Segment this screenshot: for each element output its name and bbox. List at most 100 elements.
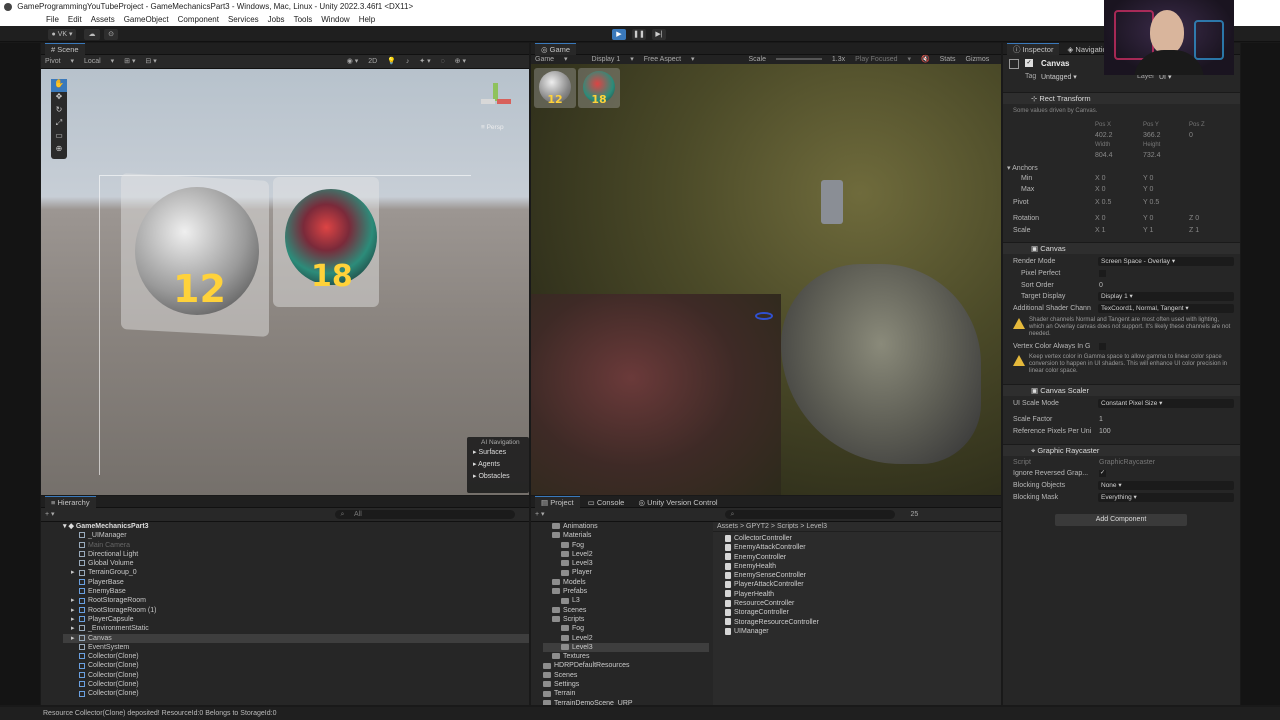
gizmos-button[interactable]: Gizmos xyxy=(966,56,990,63)
script-file[interactable]: UIManager xyxy=(725,627,1001,636)
blocking-mask-dropdown[interactable]: Everything ▾ xyxy=(1098,493,1234,502)
shading-mode-icon[interactable]: ◉ ▾ xyxy=(347,58,359,65)
folder-item[interactable]: Settings xyxy=(543,680,709,689)
folder-item[interactable]: Fog xyxy=(543,541,709,550)
scale-z[interactable]: Z 1 xyxy=(1189,227,1199,234)
breadcrumb-level3[interactable]: Level3 xyxy=(806,523,827,530)
script-file[interactable]: PlayerHealth xyxy=(725,590,1001,599)
tab-game[interactable]: ◎ Game xyxy=(535,43,577,55)
pos-y-field[interactable]: 366.2 xyxy=(1143,132,1161,139)
graphic-raycaster-header[interactable]: ⌖ Graphic Raycaster xyxy=(1003,444,1240,456)
script-file[interactable]: StorageResourceController xyxy=(725,618,1001,627)
ai-nav-agents[interactable]: ▸ Agents xyxy=(467,456,529,468)
hierarchy-search-input[interactable]: ⌕ All xyxy=(334,509,515,519)
account-button[interactable]: ● VK ▾ xyxy=(48,29,76,40)
active-checkbox[interactable]: ✓ xyxy=(1025,59,1033,67)
ui-scale-mode-dropdown[interactable]: Constant Pixel Size ▾ xyxy=(1098,399,1234,408)
folder-item[interactable]: Prefabs xyxy=(543,587,709,596)
menu-component[interactable]: Component xyxy=(178,15,219,24)
ai-nav-surfaces[interactable]: ▸ Surfaces xyxy=(467,446,529,456)
audio-icon[interactable]: ♪ xyxy=(406,58,410,65)
pivot-y[interactable]: Y 0.5 xyxy=(1143,199,1159,206)
folder-item[interactable]: Player xyxy=(543,568,709,577)
menu-assets[interactable]: Assets xyxy=(91,15,115,24)
ignore-reversed-checkbox[interactable]: ✓ xyxy=(1099,470,1106,477)
folder-item[interactable]: Animations xyxy=(543,522,709,531)
tab-scene[interactable]: # Scene xyxy=(45,43,85,55)
menu-help[interactable]: Help xyxy=(359,15,375,24)
mode-2d-button[interactable]: 2D xyxy=(368,58,377,65)
play-focused-dropdown[interactable]: Play Focused ▾ xyxy=(855,56,911,63)
rotate-tool-icon[interactable]: ↻ xyxy=(51,105,67,118)
tab-inspector[interactable]: ⓘ Inspector xyxy=(1007,43,1060,55)
menu-edit[interactable]: Edit xyxy=(68,15,82,24)
pivot-x[interactable]: X 0.5 xyxy=(1095,199,1111,206)
sort-order-field[interactable]: 0 xyxy=(1099,282,1103,289)
scale-factor-field[interactable]: 1 xyxy=(1099,416,1103,423)
hierarchy-item[interactable]: Directional Light xyxy=(63,550,529,559)
script-file[interactable]: EnemyAttackController xyxy=(725,543,1001,552)
width-field[interactable]: 804.4 xyxy=(1095,152,1113,159)
hidden-objects-icon[interactable]: ◌ xyxy=(441,58,445,65)
breadcrumb-assets[interactable]: Assets xyxy=(717,523,738,530)
height-field[interactable]: 732.4 xyxy=(1143,152,1161,159)
hierarchy-item[interactable]: ▸ RootStorageRoom (1) xyxy=(63,606,529,615)
script-file[interactable]: CollectorController xyxy=(725,534,1001,543)
script-file[interactable]: EnemyHealth xyxy=(725,562,1001,571)
hierarchy-item[interactable]: ▸ RootStorageRoom xyxy=(63,596,529,605)
hierarchy-item[interactable]: _UIManager xyxy=(63,531,529,540)
orientation-gizmo-icon[interactable] xyxy=(479,83,515,119)
hierarchy-item[interactable]: Collector(Clone) xyxy=(63,680,529,689)
folder-item[interactable]: Scenes xyxy=(543,671,709,680)
rot-z[interactable]: Z 0 xyxy=(1189,215,1199,222)
rot-y[interactable]: Y 0 xyxy=(1143,215,1153,222)
script-file[interactable]: EnemyController xyxy=(725,553,1001,562)
tag-dropdown[interactable]: Untagged ▾ xyxy=(1041,73,1077,81)
folder-item[interactable]: HDRPDefaultResources xyxy=(543,661,709,670)
folder-item[interactable]: Level3 xyxy=(543,642,709,653)
folder-item[interactable]: Materials xyxy=(543,531,709,540)
folder-item[interactable]: Level2 xyxy=(543,634,709,643)
folder-item[interactable]: L3 xyxy=(543,596,709,605)
collab-icon[interactable]: ⊙ xyxy=(104,29,118,40)
anchor-max-y[interactable]: Y 0 xyxy=(1143,186,1153,193)
canvas-scaler-header[interactable]: ▣ Canvas Scaler xyxy=(1003,384,1240,396)
menu-tools[interactable]: Tools xyxy=(294,15,313,24)
add-object-button[interactable]: + ▾ xyxy=(45,511,55,518)
project-search-input[interactable]: ⌕ xyxy=(724,509,895,519)
scale-y[interactable]: Y 1 xyxy=(1143,227,1153,234)
step-button[interactable]: ▶| xyxy=(652,29,666,40)
folder-item[interactable]: TerrainDemoScene_URP xyxy=(543,699,709,705)
blocking-objects-dropdown[interactable]: None ▾ xyxy=(1098,481,1234,490)
hierarchy-item[interactable]: Global Volume xyxy=(63,559,529,568)
menu-jobs[interactable]: Jobs xyxy=(268,15,285,24)
hierarchy-item[interactable]: ▸ _EnvironmentStatic xyxy=(63,624,529,633)
local-dropdown[interactable]: Local ▾ xyxy=(84,58,114,65)
hierarchy-item[interactable]: ▸ PlayerCapsule xyxy=(63,615,529,624)
pixel-perfect-checkbox[interactable] xyxy=(1099,270,1106,277)
folder-item[interactable]: Level2 xyxy=(543,550,709,559)
add-component-button[interactable]: Add Component xyxy=(1055,514,1187,526)
scale-x[interactable]: X 1 xyxy=(1095,227,1106,234)
cloud-icon[interactable]: ☁ xyxy=(84,29,100,40)
effects-icon[interactable]: ✦ ▾ xyxy=(419,58,430,65)
expand-arrow-icon[interactable]: ▸ xyxy=(71,634,79,643)
rect-tool-icon[interactable]: ▭ xyxy=(51,131,67,144)
anchor-min-x[interactable]: X 0 xyxy=(1095,175,1106,182)
script-file[interactable]: PlayerAttackController xyxy=(725,580,1001,589)
target-display-dropdown[interactable]: Display 1 ▾ xyxy=(1098,292,1234,301)
render-mode-dropdown[interactable]: Screen Space - Overlay ▾ xyxy=(1098,257,1234,266)
menu-file[interactable]: File xyxy=(46,15,59,24)
expand-arrow-icon[interactable]: ▸ xyxy=(71,596,79,605)
ai-nav-obstacles[interactable]: ▸ Obstacles xyxy=(467,468,529,480)
hierarchy-item[interactable]: Collector(Clone) xyxy=(63,689,529,698)
vertex-color-checkbox[interactable] xyxy=(1099,343,1106,350)
scene-root[interactable]: ▾ ◆ GameMechanicsPart3 xyxy=(63,522,529,531)
expand-arrow-icon[interactable]: ▸ xyxy=(71,624,79,633)
move-tool-icon[interactable]: ✥ xyxy=(51,92,67,105)
hierarchy-item[interactable]: Collector(Clone) xyxy=(63,671,529,680)
tab-project[interactable]: ▤ Project xyxy=(535,496,580,508)
hierarchy-item[interactable]: EventSystem xyxy=(63,643,529,652)
grid-snap-icon[interactable]: ⊞ ▾ xyxy=(124,58,135,65)
aspect-dropdown[interactable]: Free Aspect ▾ xyxy=(644,56,695,63)
